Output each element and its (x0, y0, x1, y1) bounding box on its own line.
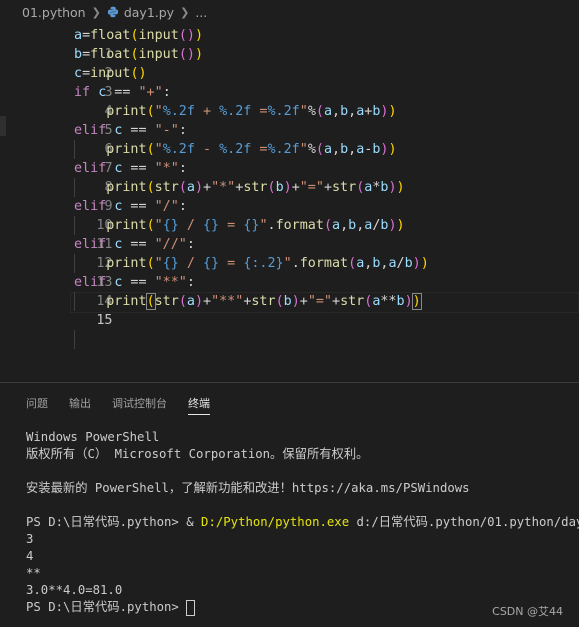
code-line[interactable]: 9 print(str(a)+"*"+str(b)+"="+str(a*b)) (0, 178, 405, 235)
terminal-output[interactable]: Windows PowerShell 版权所有（C） Microsoft Cor… (26, 429, 579, 616)
code-editor[interactable]: 1 a=float(input()) 2 b=float(input()) 3 … (0, 24, 579, 382)
code-line[interactable]: 13 print("{} / {} = {:.2}".format(a,b,a/… (0, 254, 429, 311)
breadcrumb-folder[interactable]: 01.python (22, 5, 86, 20)
bottom-panel: 问题 输出 调试控制台 终端 Windows PowerShell 版权所有（C… (0, 382, 579, 627)
code-line[interactable]: 4 if c == "+": (0, 83, 171, 119)
python-exe-path: D:/Python/python.exe (201, 515, 350, 529)
code-line[interactable]: 2 b=float(input()) (0, 45, 203, 81)
code-line[interactable]: 11 print("{} / {} = {}".format(a,b,a/b)) (0, 216, 405, 273)
terminal-line: Windows PowerShell (26, 430, 160, 444)
chevron-right-icon: ❯ (180, 5, 190, 19)
breadcrumb-file[interactable]: day1.py (124, 5, 174, 20)
terminal-line: 版权所有（C） Microsoft Corporation。保留所有权利。 (26, 447, 369, 461)
tab-debug-console[interactable]: 调试控制台 (112, 395, 167, 415)
code-line[interactable]: 10 elif c == "/": (0, 197, 187, 233)
terminal-prompt: PS D:\日常代码.python> (26, 600, 187, 614)
tab-terminal[interactable]: 终端 (188, 395, 210, 415)
code-line[interactable]: 3 c=input() (0, 64, 147, 100)
terminal-cursor (186, 599, 196, 616)
line-number: 15 (96, 313, 113, 328)
terminal-command-line: PS D:\日常代码.python> & D:/Python/python.ex… (26, 514, 579, 531)
panel-tabs: 问题 输出 调试控制台 终端 (26, 395, 231, 415)
script-path: d:/日常代码.python/01.python/day1.py (356, 515, 579, 529)
vscode-window: 01.python ❯ day1.py ❯ ... 1 a=float(inpu… (0, 0, 579, 627)
code-line[interactable]: 5 print("%.2f + %.2f =%.2f"%(a,b,a+b)) (0, 102, 397, 159)
breadcrumb: 01.python ❯ day1.py ❯ ... (0, 0, 579, 24)
terminal-line: 3 (26, 532, 34, 546)
code-line[interactable]: 14 elif c == "**": (0, 273, 195, 309)
terminal-line: ** (26, 566, 41, 580)
code-line[interactable]: 8 elif c == "*": (0, 159, 187, 195)
breadcrumb-more[interactable]: ... (195, 5, 207, 20)
python-file-icon (107, 6, 118, 18)
code-line[interactable]: 1 a=float(input()) (0, 26, 203, 62)
code-line[interactable]: 6 elif c == "-": (0, 121, 187, 157)
code-line[interactable]: 7 print("%.2f - %.2f =%.2f"%(a,b,a-b)) (0, 140, 397, 197)
code-line[interactable]: 12 elif c == "//": (0, 235, 195, 271)
terminal-line: 安装最新的 PowerShell，了解新功能和改进！https://aka.ms… (26, 481, 470, 495)
chevron-right-icon: ❯ (91, 5, 101, 19)
terminal-prompt: PS D:\日常代码.python> & (26, 515, 202, 529)
tab-output[interactable]: 输出 (69, 395, 91, 415)
terminal-line: 3.0**4.0=81.0 (26, 583, 123, 597)
tab-problems[interactable]: 问题 (26, 395, 48, 415)
watermark: CSDN @艾44 (492, 605, 563, 618)
terminal-line: 4 (26, 549, 34, 563)
code-line-active[interactable]: 15 print(str(a)+"**"+str(b)+"="+str(a**b… (0, 292, 422, 349)
